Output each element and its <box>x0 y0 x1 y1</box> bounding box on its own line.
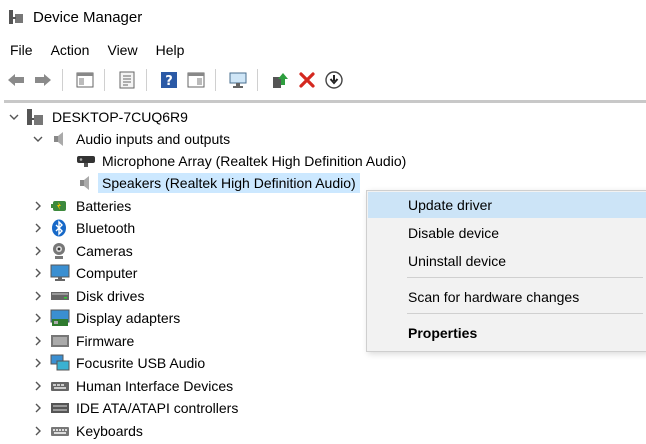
tree-item-label: Keyboards <box>76 423 143 439</box>
speaker-icon <box>50 130 68 148</box>
tree-root[interactable]: DESKTOP-7CUQ6R9 <box>8 106 188 128</box>
tree-item-keyboards[interactable]: Keyboards <box>32 420 143 442</box>
toolbar-separator <box>104 69 105 91</box>
scan-hardware-icon[interactable] <box>227 69 249 91</box>
tree-item-label: Disk drives <box>76 288 145 304</box>
chevron-down-icon[interactable] <box>8 111 20 123</box>
tree-item-disk-drives[interactable]: Disk drives <box>32 285 144 307</box>
disk-drive-icon <box>50 287 69 305</box>
menu-item-properties[interactable]: Properties <box>368 320 646 346</box>
menu-bar: File Action View Help <box>0 38 646 62</box>
tree-item-bluetooth[interactable]: Bluetooth <box>32 217 135 239</box>
title-bar: Device Manager <box>0 0 646 34</box>
chevron-right-icon[interactable] <box>32 312 44 324</box>
uninstall-icon[interactable] <box>296 69 318 91</box>
tree-item-batteries[interactable]: Batteries <box>32 195 131 217</box>
network-monitors-icon <box>50 354 70 372</box>
forward-arrow-icon[interactable] <box>32 69 54 91</box>
back-arrow-icon[interactable] <box>5 69 27 91</box>
chevron-right-icon[interactable] <box>32 267 44 279</box>
toolbar-divider <box>4 100 646 103</box>
tree-item-cameras[interactable]: Cameras <box>32 240 133 262</box>
tree-item-ide[interactable]: IDE ATA/ATAPI controllers <box>32 397 238 419</box>
toolbar-separator <box>215 69 216 91</box>
hid-icon <box>50 377 69 395</box>
disable-icon[interactable] <box>323 69 345 91</box>
computer-icon <box>26 108 44 126</box>
tree-item-hid[interactable]: Human Interface Devices <box>32 375 233 397</box>
speaker-icon <box>76 174 94 192</box>
chevron-right-icon[interactable] <box>32 290 44 302</box>
chevron-down-icon[interactable] <box>32 133 44 145</box>
toolbar: ? <box>0 64 646 96</box>
svg-text:?: ? <box>165 74 173 89</box>
tree-item-computer[interactable]: Computer <box>32 262 137 284</box>
tree-item-label: Audio inputs and outputs <box>76 131 231 147</box>
bluetooth-icon <box>50 219 68 237</box>
device-list-icon[interactable] <box>116 69 138 91</box>
tree-item-label-selected: Speakers (Realtek High Definition Audio) <box>98 173 360 193</box>
menu-item-update-driver[interactable]: Update driver <box>368 192 646 218</box>
tree-item-label: Computer <box>76 265 138 281</box>
menu-view[interactable]: View <box>97 42 145 58</box>
display-adapter-icon <box>50 309 70 327</box>
camera-icon <box>50 242 68 260</box>
properties-pane-icon[interactable] <box>74 69 96 91</box>
keyboard-icon <box>50 422 69 440</box>
toolbar-separator <box>257 69 258 91</box>
tree-item-label: Firmware <box>76 333 135 349</box>
chevron-right-icon[interactable] <box>32 245 44 257</box>
help-icon[interactable]: ? <box>158 69 180 91</box>
tree-root-label: DESKTOP-7CUQ6R9 <box>52 109 188 125</box>
chevron-right-icon[interactable] <box>32 357 44 369</box>
tree-item-firmware[interactable]: Firmware <box>32 330 134 352</box>
tree-item-display-adapters[interactable]: Display adapters <box>32 307 180 329</box>
toolbar-separator <box>62 69 63 91</box>
tree-item-label: IDE ATA/ATAPI controllers <box>76 400 239 416</box>
chevron-right-icon[interactable] <box>32 380 44 392</box>
properties-icon[interactable] <box>185 69 207 91</box>
ide-controller-icon <box>50 399 69 417</box>
battery-icon <box>50 197 68 215</box>
toolbar-separator <box>146 69 147 91</box>
tree-item-microphone[interactable]: Microphone Array (Realtek High Definitio… <box>76 150 406 172</box>
firmware-icon <box>50 332 69 350</box>
tree-item-focusrite[interactable]: Focusrite USB Audio <box>32 352 205 374</box>
microphone-array-icon <box>76 152 95 170</box>
chevron-right-icon[interactable] <box>32 425 44 437</box>
menu-item-disable-device[interactable]: Disable device <box>368 220 646 246</box>
menu-separator <box>407 277 643 278</box>
tree-item-label: Bluetooth <box>76 220 136 236</box>
context-menu: Update driver Disable device Uninstall d… <box>366 190 646 352</box>
chevron-right-icon[interactable] <box>32 402 44 414</box>
chevron-right-icon[interactable] <box>32 200 44 212</box>
window-title: Device Manager <box>33 8 143 26</box>
tree-item-label: Cameras <box>76 243 133 259</box>
menu-help[interactable]: Help <box>146 42 193 58</box>
monitor-icon <box>50 264 70 282</box>
menu-item-uninstall-device[interactable]: Uninstall device <box>368 248 646 274</box>
update-driver-icon[interactable] <box>269 69 291 91</box>
tree-item-label: Human Interface Devices <box>76 378 234 394</box>
chevron-right-icon[interactable] <box>32 335 44 347</box>
menu-separator <box>407 313 643 314</box>
tree-item-label: Focusrite USB Audio <box>76 355 206 371</box>
tree-item-label: Microphone Array (Realtek High Definitio… <box>102 153 407 169</box>
tree-item-label: Display adapters <box>76 310 181 326</box>
chevron-right-icon[interactable] <box>32 222 44 234</box>
tree-item-label: Batteries <box>76 198 132 214</box>
menu-file[interactable]: File <box>0 42 41 58</box>
device-manager-icon <box>8 9 24 25</box>
menu-action[interactable]: Action <box>41 42 98 58</box>
tree-item-audio[interactable]: Audio inputs and outputs <box>32 128 230 150</box>
menu-item-scan-hardware[interactable]: Scan for hardware changes <box>368 284 646 310</box>
tree-item-speakers[interactable]: Speakers (Realtek High Definition Audio) <box>76 172 360 194</box>
